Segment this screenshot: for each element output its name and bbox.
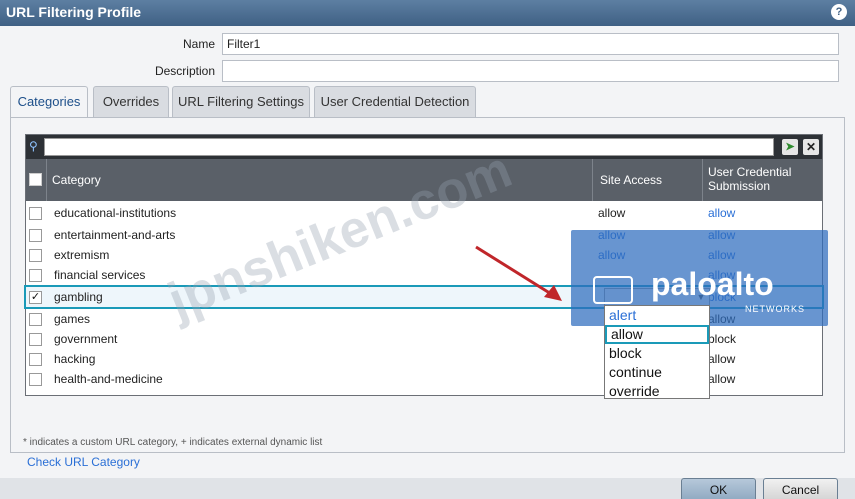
name-label: Name xyxy=(182,37,215,51)
option-allow[interactable]: allow xyxy=(605,325,709,344)
logo-mark-icon xyxy=(593,276,633,304)
select-all-checkbox[interactable] xyxy=(29,173,42,186)
search-icon: ⚲ xyxy=(29,139,38,153)
row-category: games xyxy=(54,312,91,326)
column-user-credential-submission[interactable]: User Credential Submission xyxy=(708,165,808,193)
row-checkbox[interactable] xyxy=(29,229,42,242)
row-category: entertainment-and-arts xyxy=(54,228,176,242)
row-category: hacking xyxy=(54,352,96,366)
column-user-credential-line1: User Credential xyxy=(708,165,792,179)
row-category: financial services xyxy=(54,268,146,282)
option-block[interactable]: block xyxy=(605,344,709,363)
tab-url-filtering-settings[interactable]: URL Filtering Settings xyxy=(172,86,310,117)
row-checkbox[interactable] xyxy=(29,313,42,326)
option-continue[interactable]: continue xyxy=(605,363,709,382)
table-row[interactable]: educational-institutions allow allow xyxy=(26,203,822,223)
row-category: health-and-medicine xyxy=(54,372,163,386)
column-separator xyxy=(702,159,703,201)
title-bar: URL Filtering Profile ? xyxy=(0,0,855,26)
column-separator xyxy=(46,159,47,201)
row-category: educational-institutions xyxy=(54,206,177,220)
row-checkbox-checked[interactable]: ✓ xyxy=(29,291,42,304)
clear-filter-icon[interactable]: ✕ xyxy=(803,139,819,155)
column-separator xyxy=(592,159,593,201)
red-arrow-annotation xyxy=(475,245,562,301)
column-site-access[interactable]: Site Access xyxy=(600,173,662,187)
window-title: URL Filtering Profile xyxy=(6,4,142,20)
logo-text: paloalto xyxy=(651,266,774,302)
option-override[interactable]: override xyxy=(605,382,709,401)
row-user-credential[interactable]: allow xyxy=(708,206,735,220)
tab-user-credential-detection[interactable]: User Credential Detection xyxy=(314,86,476,117)
ok-button[interactable]: OK xyxy=(681,478,756,499)
row-checkbox[interactable] xyxy=(29,373,42,386)
row-user-credential[interactable]: allow xyxy=(708,352,735,366)
logo-subtext: NETWORKS xyxy=(745,304,806,314)
cancel-button[interactable]: Cancel xyxy=(763,478,838,499)
help-icon[interactable]: ? xyxy=(831,4,847,20)
description-label: Description xyxy=(154,64,215,78)
row-site-access[interactable]: allow xyxy=(598,206,625,220)
row-category: extremism xyxy=(54,248,110,262)
tab-overrides[interactable]: Overrides xyxy=(93,86,169,117)
description-input[interactable] xyxy=(222,60,839,82)
row-category: gambling xyxy=(54,290,103,304)
row-user-credential[interactable]: block xyxy=(708,332,736,346)
row-checkbox[interactable] xyxy=(29,353,42,366)
apply-filter-icon[interactable]: ➤ xyxy=(782,139,798,155)
column-category[interactable]: Category xyxy=(52,173,101,187)
row-checkbox[interactable] xyxy=(29,269,42,282)
option-alert[interactable]: alert xyxy=(605,306,709,325)
row-checkbox[interactable] xyxy=(29,249,42,262)
row-user-credential[interactable]: allow xyxy=(708,372,735,386)
filter-input[interactable] xyxy=(44,138,774,156)
filter-bar: ⚲ ➤ ✕ xyxy=(26,135,822,159)
check-url-category-link[interactable]: Check URL Category xyxy=(27,455,140,469)
row-checkbox[interactable] xyxy=(29,207,42,220)
column-user-credential-line2: Submission xyxy=(708,179,771,193)
row-checkbox[interactable] xyxy=(29,333,42,346)
legend-note: * indicates a custom URL category, + ind… xyxy=(23,437,323,448)
tab-categories[interactable]: Categories xyxy=(10,86,88,118)
dialog-body: Name Description Categories Overrides UR… xyxy=(0,26,855,499)
name-input[interactable] xyxy=(222,33,839,55)
row-category: government xyxy=(54,332,118,346)
site-access-options: alert allow block continue override xyxy=(604,305,710,399)
grid-header: Category Site Access User Credential Sub… xyxy=(26,159,822,201)
